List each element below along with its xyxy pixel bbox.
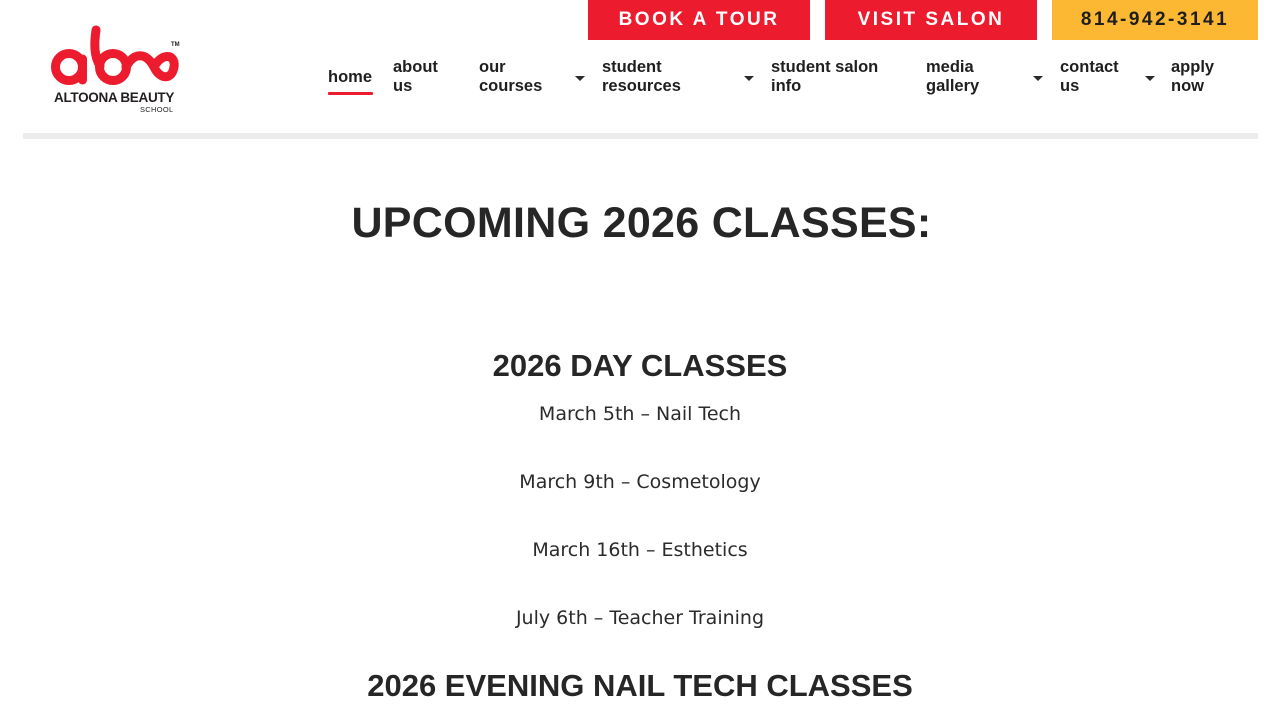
- class-date-item: July 6th – Teacher Training: [515, 607, 765, 629]
- nav-label: student salon: [771, 58, 879, 76]
- page-title: UPCOMING 2026 CLASSES:: [351, 199, 932, 247]
- chevron-down-icon[interactable]: [744, 76, 754, 81]
- nav-label: us: [1060, 77, 1080, 95]
- nav-item-apply-now[interactable]: apply now: [1171, 58, 1214, 96]
- nav-label: home: [328, 68, 373, 86]
- nav-label: gallery: [926, 77, 980, 95]
- nav-item-media-gallery[interactable]: media gallery: [926, 58, 979, 96]
- chevron-down-icon[interactable]: [1033, 76, 1043, 81]
- book-a-tour-button[interactable]: BOOK A TOUR: [588, 0, 810, 40]
- nav-label: us: [393, 77, 413, 95]
- nav-label: resources: [602, 77, 681, 95]
- nav-label: now: [1171, 77, 1204, 95]
- nav-label: contact: [1060, 58, 1119, 76]
- logo-trademark: TM: [171, 42, 180, 48]
- class-date-item: March 5th – Nail Tech: [538, 403, 742, 425]
- chevron-down-icon[interactable]: [575, 76, 585, 81]
- day-classes-heading: 2026 DAY CLASSES: [492, 348, 788, 383]
- nav-item-contact-us[interactable]: contact us: [1060, 58, 1119, 96]
- visit-salon-button[interactable]: VISIT SALON: [825, 0, 1037, 40]
- page: TM ALTOONA BEAUTY SCHOOL BOOK A TOUR VIS…: [0, 0, 1280, 720]
- logo-mark-icon: [51, 25, 179, 85]
- header-divider: [23, 133, 1258, 139]
- evening-classes-heading: 2026 EVENING NAIL TECH CLASSES: [367, 668, 913, 703]
- phone-button[interactable]: 814-942-3141: [1052, 0, 1258, 40]
- nav-label: courses: [479, 77, 543, 95]
- nav-label: info: [771, 77, 802, 95]
- school-logo[interactable]: TM ALTOONA BEAUTY SCHOOL: [50, 22, 185, 118]
- nav-item-our-courses[interactable]: our courses: [479, 58, 542, 96]
- nav-item-about-us[interactable]: about us: [393, 58, 438, 96]
- logo-name: ALTOONA BEAUTY: [54, 90, 175, 105]
- chevron-down-icon[interactable]: [1145, 76, 1155, 81]
- nav-item-student-resources[interactable]: student resources: [602, 58, 681, 96]
- logo-subtitle: SCHOOL: [140, 105, 174, 114]
- nav-item-home[interactable]: home: [328, 68, 373, 95]
- nav-label: student: [602, 58, 662, 76]
- class-date-item: March 16th – Esthetics: [532, 539, 748, 561]
- nav-item-student-salon-info[interactable]: student salon info: [771, 58, 878, 96]
- active-indicator: [328, 92, 373, 95]
- class-date-item: March 9th – Cosmetology: [519, 471, 761, 493]
- nav-label: apply: [1171, 58, 1215, 76]
- nav-label: our: [479, 58, 506, 76]
- nav-label: about: [393, 58, 438, 76]
- nav-label: media: [926, 58, 974, 76]
